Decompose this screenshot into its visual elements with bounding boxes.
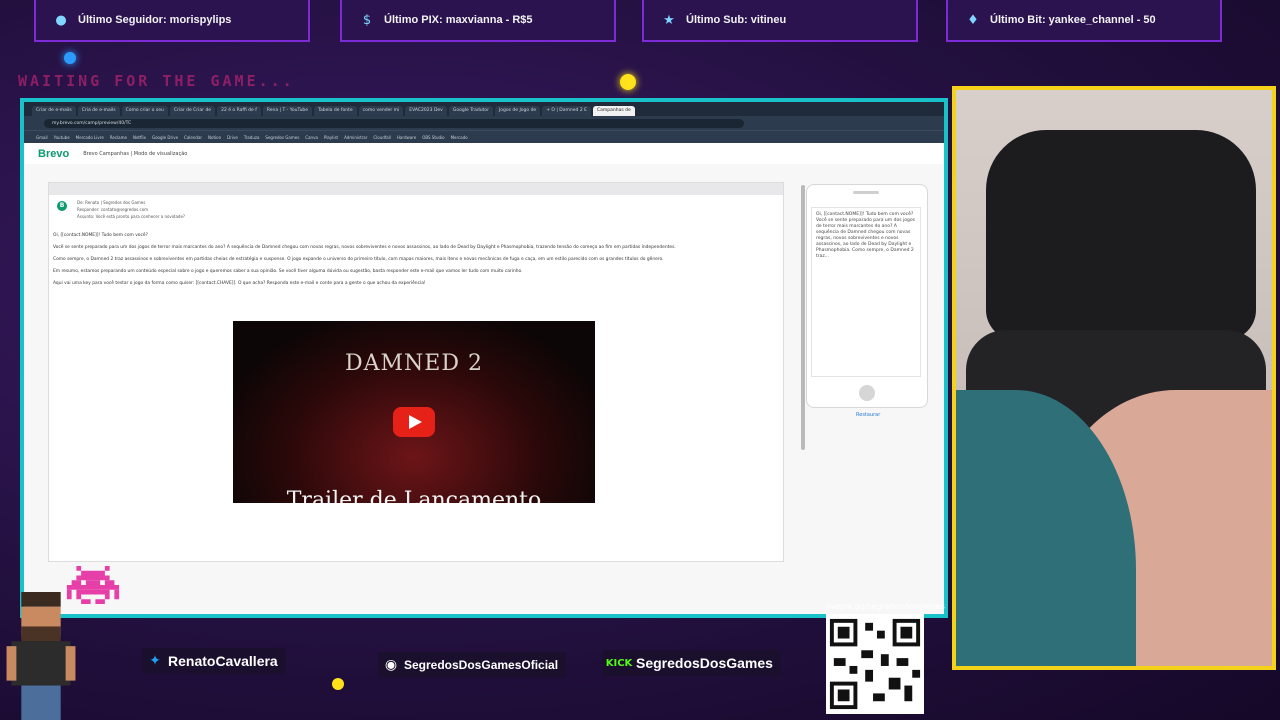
bookmark-item[interactable]: Calendar: [184, 135, 202, 140]
email-meta: B De: Renato | Segredos dos Games Respon…: [49, 195, 783, 229]
brevo-header: Brevo Brevo Campanhas | Modo de visualiz…: [24, 143, 944, 166]
email-toolbar: [49, 183, 783, 195]
twitter-icon: ✦: [149, 653, 161, 669]
bookmark-item[interactable]: Reclame: [110, 135, 127, 140]
email-paragraph: Em resumo, estamos preparando um conteúd…: [53, 269, 523, 274]
bookmark-item[interactable]: Youtube: [54, 135, 70, 140]
sender-avatar: B: [57, 201, 67, 211]
chair-headrest: [986, 130, 1256, 340]
browser-tab[interactable]: Jogos de Jogo de: [494, 106, 541, 116]
dollar-icon: $: [362, 12, 372, 28]
hud-last-pix: $ Último PIX: maxvianna - R$5: [340, 0, 616, 42]
hud-last-sub: ★ Último Sub: vitineu: [642, 0, 918, 42]
email-scrollbar[interactable]: [801, 185, 805, 450]
tab-strip: Criar de e-mails Cria de e-mails Como cr…: [24, 102, 944, 116]
bookmark-item[interactable]: Traduza: [244, 135, 260, 140]
bookmark-item[interactable]: Segredos Games: [265, 135, 299, 140]
yellow-orb: [332, 678, 344, 690]
mobile-preview: Oi, [[contact.NOME]]! Tudo bem com você?…: [806, 184, 928, 408]
meta-from: De: Renato | Segredos dos Games: [77, 200, 146, 205]
bookmark-item[interactable]: Canva: [305, 135, 318, 140]
browser-tab[interactable]: + O | Damned 2 E: [542, 106, 591, 116]
qr-caption: livepix.gg/segredosdosgames: [826, 602, 945, 611]
meta-reply: Responder: contato@segredos.com: [77, 207, 149, 212]
waiting-for-game-text: WAITING FOR THE GAME...: [18, 72, 295, 90]
address-bar: my.brevo.com/camp/preview/40/TC: [24, 116, 944, 130]
bookmark-item[interactable]: Hardware: [397, 135, 416, 140]
user-icon: ●: [55, 12, 67, 28]
video-embed[interactable]: DAMNED 2 Trailer de Lançamento: [233, 321, 595, 503]
browser-window: Criar de e-mails Cria de e-mails Como cr…: [20, 98, 948, 618]
social-instagram[interactable]: ◉ SegredosDosGamesOficial: [378, 652, 567, 678]
browser-tab[interactable]: EVAC2023 Dev: [405, 106, 447, 116]
browser-tab[interactable]: Tabela de fonte: [314, 106, 357, 116]
browser-tab[interactable]: Criar de e-mails: [32, 106, 76, 116]
url-input[interactable]: my.brevo.com/camp/preview/40/TC: [44, 118, 744, 128]
hud-last-follower: ● Último Seguidor: morispylips: [34, 0, 310, 42]
mobile-preview-text: Oi, [[contact.NOME]]! Tudo bem com você?…: [811, 207, 921, 377]
diamond-icon: ♦: [967, 12, 979, 28]
hud-text: Último Bit: yankee_channel - 50: [990, 14, 1156, 26]
bookmark-item[interactable]: Notion: [208, 135, 221, 140]
phone-speaker: [853, 191, 879, 194]
browser-tab[interactable]: Cria de e-mails: [77, 106, 120, 116]
email-paragraph: Como sempre, o Damned 2 traz assassinos …: [53, 257, 664, 262]
restore-link[interactable]: Restaurar: [856, 412, 880, 418]
phone-home-button: [859, 385, 875, 401]
bookmark-item[interactable]: OBS Studio: [422, 135, 444, 140]
email-paragraph: Você se sente preparado para um dos jogo…: [53, 245, 676, 250]
pixel-avatar-icon: [6, 592, 76, 720]
instagram-icon: ◉: [384, 657, 398, 673]
bookmark-item[interactable]: Mercado: [451, 135, 468, 140]
browser-tab[interactable]: como vender mi: [358, 106, 404, 116]
hud-last-bit: ♦ Último Bit: yankee_channel - 50: [946, 0, 1222, 42]
star-icon: ★: [663, 12, 675, 28]
social-kick[interactable]: KICK SegredosDosGames: [602, 650, 781, 676]
page-title: Brevo Campanhas | Modo de visualização: [83, 151, 188, 157]
video-caption: Trailer de Lançamento: [286, 488, 542, 503]
yellow-orb: [620, 74, 636, 90]
meta-subject: Assunto: Você está pronto para conhecer …: [77, 214, 186, 219]
hud-text: Último Sub: vitineu: [686, 14, 787, 26]
kick-icon: KICK: [605, 657, 633, 669]
bookmark-item[interactable]: Playlist: [324, 135, 338, 140]
browser-tab[interactable]: Rena | T - YouTube: [262, 106, 313, 116]
bookmark-item[interactable]: Cloudfall: [373, 135, 391, 140]
email-greeting: Oi, [[contact.NOME]]! Tudo bem com você?: [53, 233, 148, 238]
bookmark-item[interactable]: Netflix: [133, 135, 146, 140]
hud-text: Último PIX: maxvianna - R$5: [384, 14, 533, 26]
blue-orb: [64, 52, 76, 64]
social-twitter[interactable]: ✦ RenatoCavallera: [142, 648, 286, 674]
video-game-logo: DAMNED 2: [345, 351, 483, 376]
browser-tab[interactable]: 22 é o Raffi de f: [217, 106, 261, 116]
hud-text: Último Seguidor: morispylips: [78, 14, 232, 26]
browser-tab[interactable]: Como criar o seu: [121, 106, 168, 116]
email-body: Oi, [[contact.NOME]]! Tudo bem com você?…: [49, 229, 783, 287]
youtube-play-icon[interactable]: [393, 407, 435, 437]
qr-code-icon: [826, 614, 924, 714]
browser-tab[interactable]: Google Tradutor: [448, 106, 493, 116]
bookmark-item[interactable]: Google Drive: [152, 135, 178, 140]
email-paragraph: Aqui vai uma key para você testar o jogo…: [53, 281, 426, 286]
bookmarks-bar: Gmail Youtube Mercado Livre Reclame Netf…: [24, 130, 944, 143]
brevo-logo[interactable]: Brevo: [38, 148, 69, 160]
bookmark-item[interactable]: Administrar: [344, 135, 367, 140]
bookmark-item[interactable]: Drive: [227, 135, 238, 140]
browser-tab-active[interactable]: Campanhas de: [592, 106, 635, 116]
bookmark-item[interactable]: Gmail: [36, 135, 48, 140]
bookmark-item[interactable]: Mercado Livre: [76, 135, 104, 140]
social-handle: RenatoCavallera: [168, 653, 278, 669]
email-preview: B De: Renato | Segredos dos Games Respon…: [48, 182, 805, 562]
social-handle: SegredosDosGamesOficial: [404, 658, 559, 672]
webcam-feed: [952, 86, 1276, 670]
social-handle: SegredosDosGames: [636, 655, 773, 671]
browser-tab[interactable]: Criar de Criar de: [169, 106, 216, 116]
